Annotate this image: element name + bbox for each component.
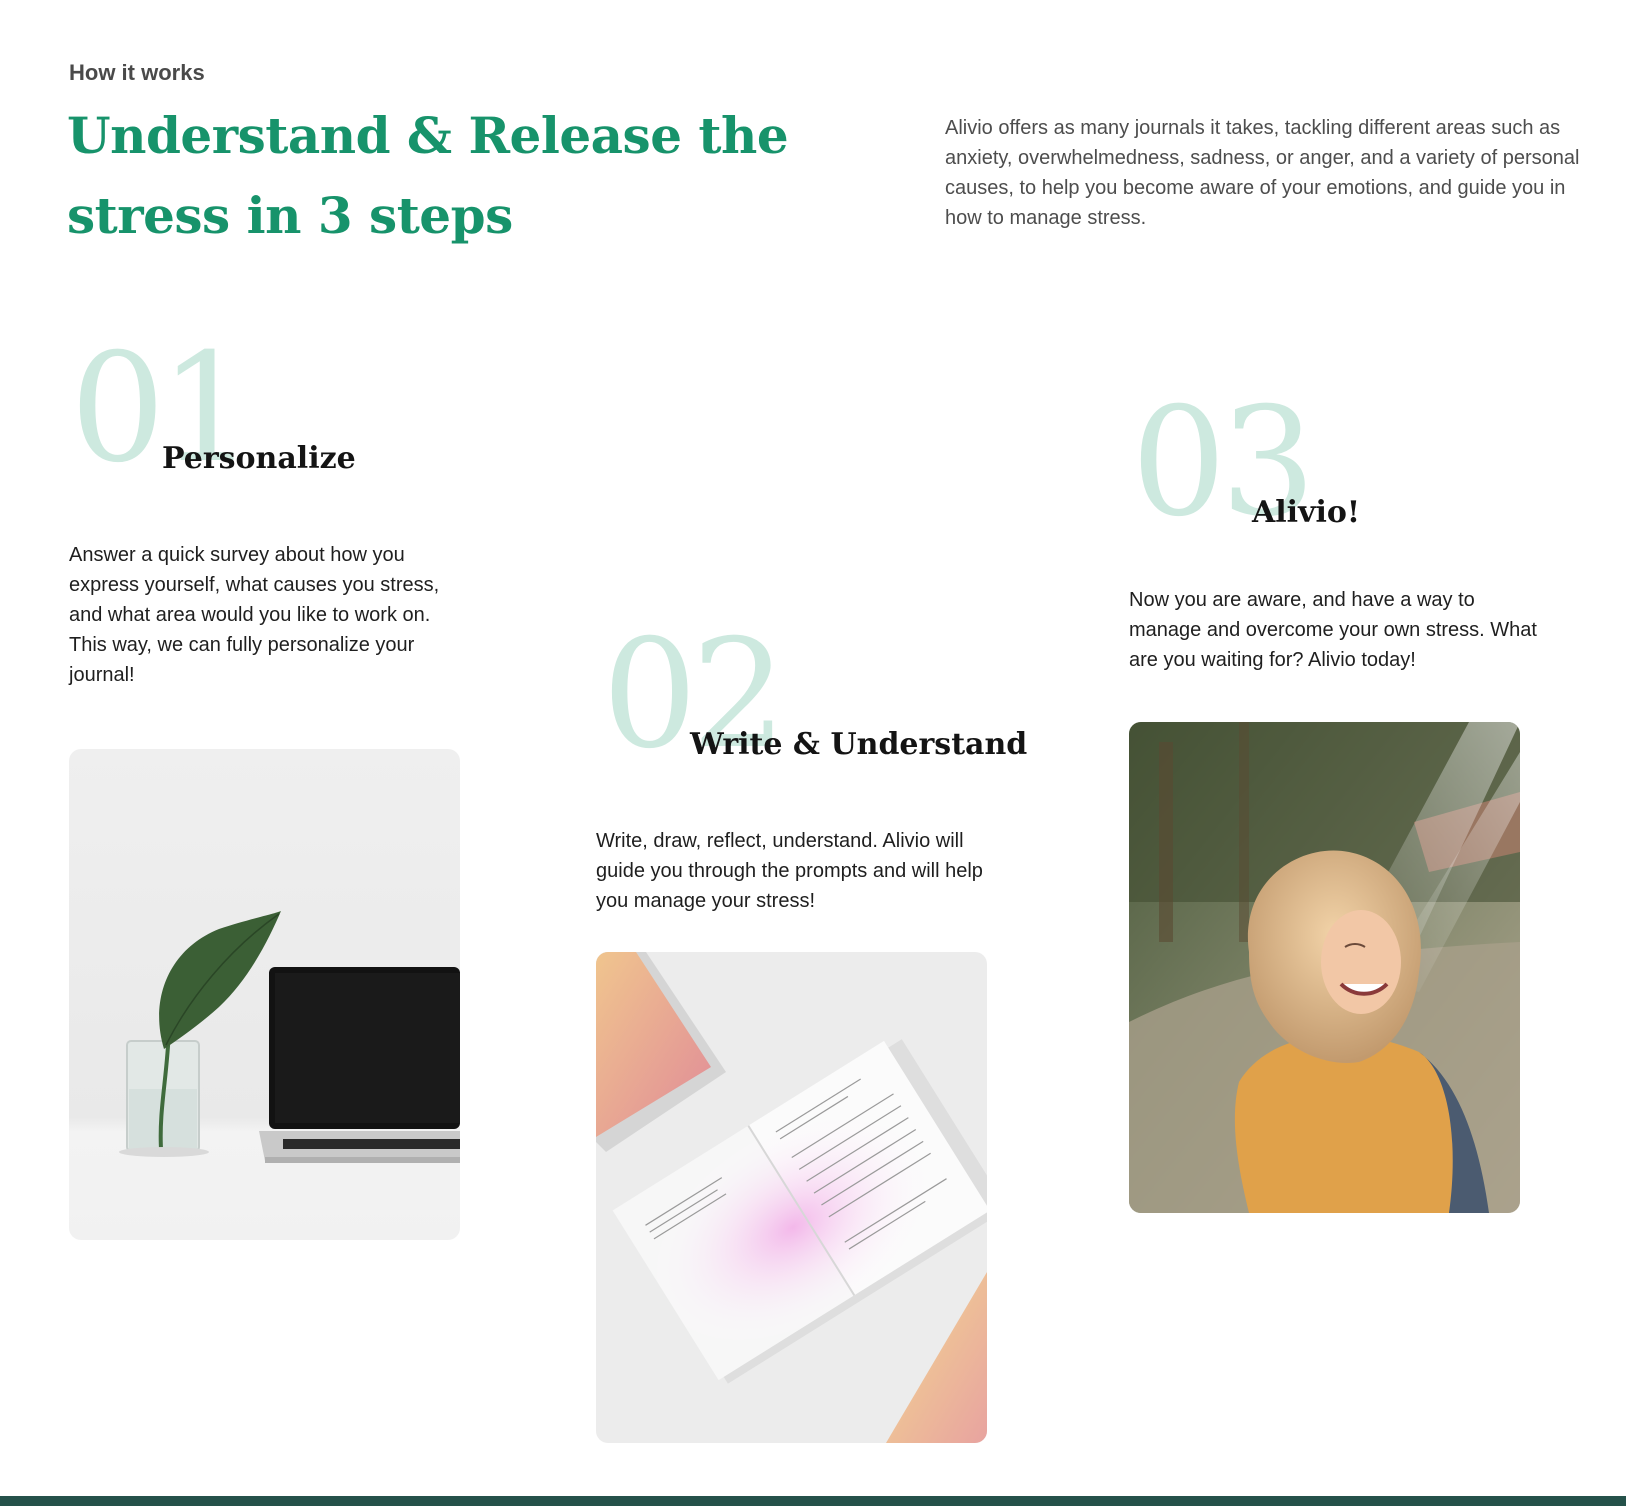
section-headline: Understand & Release the stress in 3 ste… [67,106,789,245]
open-journal-photo [596,952,987,1443]
laptop-and-plant-photo [69,749,460,1240]
step-title: Personalize [162,441,356,476]
section-eyebrow: How it works [69,60,205,85]
section-intro: Alivio offers as many journals it takes,… [945,117,1580,229]
step-description: Now you are aware, and have a way to man… [1129,589,1537,671]
footer-bar [0,1496,1626,1506]
step-description: Answer a quick survey about how you expr… [69,544,440,686]
smiling-woman-photo [1129,722,1520,1213]
step-description: Write, draw, reflect, understand. Alivio… [596,830,983,912]
step-title: Alivio! [1252,495,1361,530]
step-title: Write & Understand [690,727,1028,762]
